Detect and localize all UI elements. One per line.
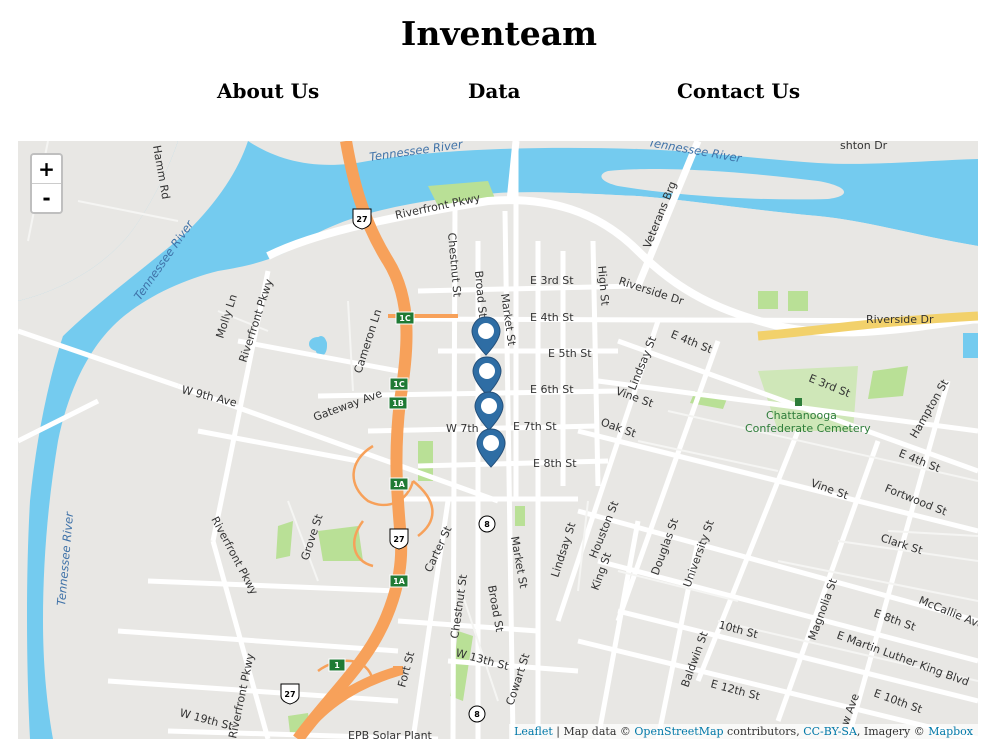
road-label: Riverside Dr <box>866 313 934 326</box>
us-27-shield: 27 <box>280 683 300 705</box>
nav-about-us[interactable]: About Us <box>217 79 319 103</box>
openstreetmap-link[interactable]: OpenStreetMap <box>634 725 723 738</box>
us-27-shield: 27 <box>389 528 409 550</box>
road-label: E 4th St <box>530 311 574 324</box>
map-container[interactable]: 27 27 27 1C 1C 1B 1A 1A 1 8 8 Hamm Rd Te… <box>18 141 978 739</box>
road-label: E 6th St <box>530 383 574 396</box>
mapbox-link[interactable]: Mapbox <box>928 725 973 738</box>
site-title: Inventeam <box>400 14 598 53</box>
road-label: E 3rd St <box>530 274 574 287</box>
road-label: shton Dr <box>840 141 888 152</box>
attribution-text: contributors, <box>723 725 804 738</box>
svg-text:1C: 1C <box>399 314 411 323</box>
svg-text:1: 1 <box>334 661 340 670</box>
road-label: E 5th St <box>548 347 592 360</box>
leaflet-link[interactable]: Leaflet <box>514 725 553 738</box>
zoom-control: + - <box>30 153 63 214</box>
exit-1-sign: 1 <box>328 658 346 672</box>
park <box>515 506 525 526</box>
road-label: E 7th St <box>513 420 557 433</box>
attribution-text: | Map data © <box>552 725 635 738</box>
pond <box>963 333 978 358</box>
exit-1c-sign: 1C <box>389 377 409 391</box>
svg-text:1B: 1B <box>392 399 404 408</box>
pond <box>315 336 327 356</box>
svg-text:1A: 1A <box>393 480 406 489</box>
svg-text:1A: 1A <box>393 577 406 586</box>
svg-text:27: 27 <box>356 215 367 224</box>
nav-data[interactable]: Data <box>468 79 521 103</box>
route-8-shield: 8 <box>468 705 486 723</box>
cemetery-label: Chattanooga <box>766 409 837 422</box>
road-label: W 7th <box>446 422 479 435</box>
svg-text:8: 8 <box>474 710 480 719</box>
svg-text:8: 8 <box>484 520 490 529</box>
license-link[interactable]: CC-BY-SA <box>803 725 857 738</box>
zoom-out-button[interactable]: - <box>32 184 61 212</box>
zoom-in-button[interactable]: + <box>32 155 61 184</box>
nav-contact-us[interactable]: Contact Us <box>677 79 800 103</box>
map-attribution: Leaflet | Map data © OpenStreetMap contr… <box>509 724 978 739</box>
exit-1c-sign: 1C <box>395 311 415 325</box>
exit-1a-sign: 1A <box>389 477 409 491</box>
svg-text:27: 27 <box>393 535 404 544</box>
svg-text:27: 27 <box>284 690 295 699</box>
road-label: E 8th St <box>533 457 577 470</box>
park <box>758 291 778 309</box>
poi-label: EPB Solar Plant <box>348 729 433 739</box>
exit-1a-sign: 1A <box>389 574 409 588</box>
route-8-shield: 8 <box>478 515 496 533</box>
attribution-text: , Imagery © <box>856 725 929 738</box>
us-27-shield: 27 <box>352 208 372 230</box>
cemetery-label: Confederate Cemetery <box>745 422 871 435</box>
exit-1b-sign: 1B <box>388 396 408 410</box>
park <box>788 291 808 311</box>
park <box>868 366 908 399</box>
svg-text:1C: 1C <box>393 380 405 389</box>
map-tiles[interactable]: 27 27 27 1C 1C 1B 1A 1A 1 8 8 Hamm Rd Te… <box>18 141 978 739</box>
cemetery-icon <box>795 398 802 406</box>
